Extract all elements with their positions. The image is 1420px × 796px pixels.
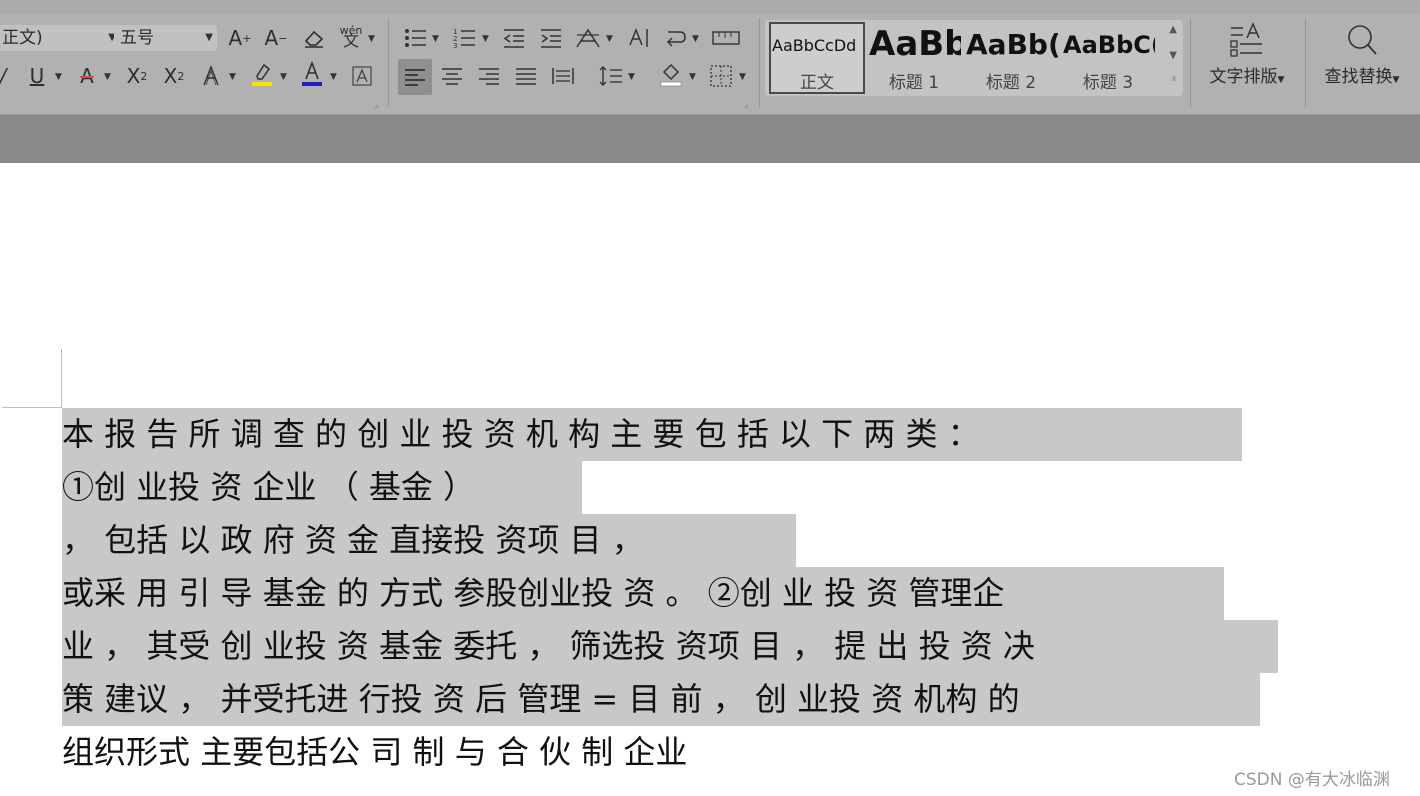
document-line[interactable]: 策 建议 ， 并受托进 行投 资 后 管理 = 目 前 ， 创 业投 资 机构 … — [62, 673, 1260, 726]
text-effects-icon[interactable] — [196, 61, 226, 91]
chevron-down-icon[interactable]: ▼ — [55, 72, 62, 82]
style-name: 标题 3 — [1082, 73, 1134, 92]
group-divider — [388, 18, 389, 108]
chevron-down-icon[interactable]: ▼ — [606, 34, 613, 44]
chevron-down-icon[interactable]: ▼ — [689, 72, 696, 82]
style-heading-3[interactable]: AaBbC( 标题 3 — [1061, 22, 1155, 92]
style-preview: AaBbC( — [1063, 31, 1155, 59]
numbering-icon[interactable]: 123 — [450, 23, 480, 53]
margin-marker-vertical — [61, 349, 62, 407]
chevron-down-icon[interactable]: ▼ — [628, 72, 635, 82]
font-family-combo[interactable]: 正文) ▼ — [0, 25, 120, 51]
style-preview: AaBb — [869, 24, 961, 64]
font-family-value: 正文) — [2, 28, 43, 48]
group-divider — [1190, 18, 1191, 108]
line-break-icon[interactable] — [661, 23, 691, 53]
ruler-icon[interactable] — [711, 23, 741, 53]
decrease-indent-icon[interactable] — [499, 23, 529, 53]
find-replace-label: 查找替换 — [1324, 67, 1393, 87]
ruler-area — [0, 114, 1420, 164]
justify-icon[interactable] — [511, 61, 541, 91]
grow-font-icon[interactable]: A + — [225, 23, 255, 53]
bullets-icon[interactable] — [401, 23, 431, 53]
gallery-more-icon[interactable]: ⩡ — [1171, 74, 1177, 85]
margin-marker-horizontal — [2, 407, 62, 408]
find-replace-button[interactable]: 查找替换▼ — [1314, 22, 1410, 87]
increase-indent-icon[interactable] — [536, 23, 566, 53]
group-divider — [759, 18, 760, 108]
font-size-combo[interactable]: 五号 ▼ — [114, 25, 217, 51]
svg-text:3: 3 — [453, 42, 457, 49]
document-line[interactable]: ， 包括 以 政 府 资 金 直接投 资项 目 ， — [62, 514, 796, 567]
font-size-value: 五号 — [120, 28, 154, 48]
subscript-icon[interactable]: X2 — [159, 61, 189, 91]
chevron-down-icon[interactable]: ▼ — [692, 34, 699, 44]
text-layout-label: 文字排版 — [1209, 67, 1278, 87]
font-dialog-launcher-icon[interactable]: ⌟ — [374, 100, 378, 110]
watermark: CSDN @有大冰临渊 — [1234, 770, 1390, 790]
chevron-down-icon[interactable]: ▼ — [368, 34, 375, 44]
align-left-icon[interactable] — [398, 59, 432, 95]
chevron-down-icon[interactable]: ▼ — [104, 72, 111, 82]
style-normal[interactable]: AaBbCcDd 正文 — [769, 22, 865, 94]
text-layout-icon — [1230, 22, 1262, 57]
italic-icon[interactable]: / — [0, 61, 18, 91]
shading-icon[interactable] — [656, 59, 686, 89]
chevron-down-icon[interactable]: ▼ — [280, 72, 287, 82]
chevron-down-icon[interactable]: ▼ — [330, 72, 337, 82]
chevron-down-icon[interactable]: ▼ — [1169, 50, 1177, 61]
chinese-layout-icon[interactable] — [573, 23, 603, 53]
strikethrough-icon[interactable]: A — [72, 61, 102, 91]
pinyin-guide-icon[interactable]: wén 文 — [336, 21, 366, 51]
style-name: 标题 1 — [888, 73, 940, 92]
align-center-icon[interactable] — [437, 61, 467, 91]
style-name: 标题 2 — [985, 73, 1037, 92]
style-heading-2[interactable]: AaBb( 标题 2 — [964, 22, 1058, 92]
document-line[interactable]: ①创 业投 资 企业 （ 基金 ） — [62, 461, 582, 514]
chevron-up-icon[interactable]: ▲ — [1169, 24, 1177, 35]
style-preview: AaBbCcDd — [772, 36, 857, 55]
style-heading-1[interactable]: AaBb 标题 1 — [867, 22, 961, 92]
underline-icon[interactable]: U — [22, 61, 52, 91]
ribbon-top-strip — [0, 0, 1420, 14]
chevron-down-icon[interactable]: ▼ — [739, 72, 746, 82]
shrink-font-icon[interactable]: A − — [261, 23, 291, 53]
document-line[interactable]: 或采 用 引 导 基金 的 方式 参股创业投 资 。 ②创 业 投 资 管理企 — [62, 567, 1224, 620]
character-border-icon[interactable] — [347, 61, 377, 91]
line-spacing-icon[interactable] — [596, 61, 626, 91]
styles-gallery: AaBbCcDd 正文 AaBb 标题 1 AaBb( 标题 2 AaBbC( … — [765, 20, 1183, 96]
document-line[interactable]: 组织形式 主要包括公 司 制 与 合 伙 制 企业 — [62, 726, 687, 779]
chevron-down-icon[interactable]: ▼ — [432, 34, 439, 44]
text-layout-button[interactable]: 文字排版▼ — [1200, 22, 1294, 87]
distributed-align-icon[interactable] — [548, 61, 578, 91]
font-color-icon[interactable] — [297, 59, 327, 89]
borders-icon[interactable] — [706, 61, 736, 91]
highlight-icon[interactable] — [247, 59, 277, 89]
style-name: 正文 — [800, 73, 834, 93]
chevron-down-icon: ▼ — [205, 32, 213, 43]
document-line[interactable]: 业 ， 其受 创 业投 资 基金 委托 ， 筛选投 资项 目 ， 提 出 投 资… — [62, 620, 1278, 673]
style-preview: AaBb( — [966, 28, 1058, 61]
document-line[interactable]: 本 报 告 所 调 查 的 创 业 投 资 机 构 主 要 包 括 以 下 两 … — [62, 408, 1242, 461]
superscript-icon[interactable]: X2 — [122, 61, 152, 91]
text-direction-icon[interactable] — [624, 23, 654, 53]
chevron-down-icon[interactable]: ▼ — [229, 72, 236, 82]
search-icon — [1348, 25, 1377, 55]
paragraph-dialog-launcher-icon[interactable]: ⌟ — [744, 100, 748, 110]
group-divider — [1305, 18, 1306, 108]
clear-format-icon[interactable] — [299, 23, 329, 53]
ribbon-toolbar: 正文) ▼ 五号 ▼ A + A − wén 文 ▼ / U ▼ A ▼ X2 X2… — [0, 0, 1420, 114]
chevron-down-icon[interactable]: ▼ — [482, 34, 489, 44]
align-right-icon[interactable] — [474, 61, 504, 91]
